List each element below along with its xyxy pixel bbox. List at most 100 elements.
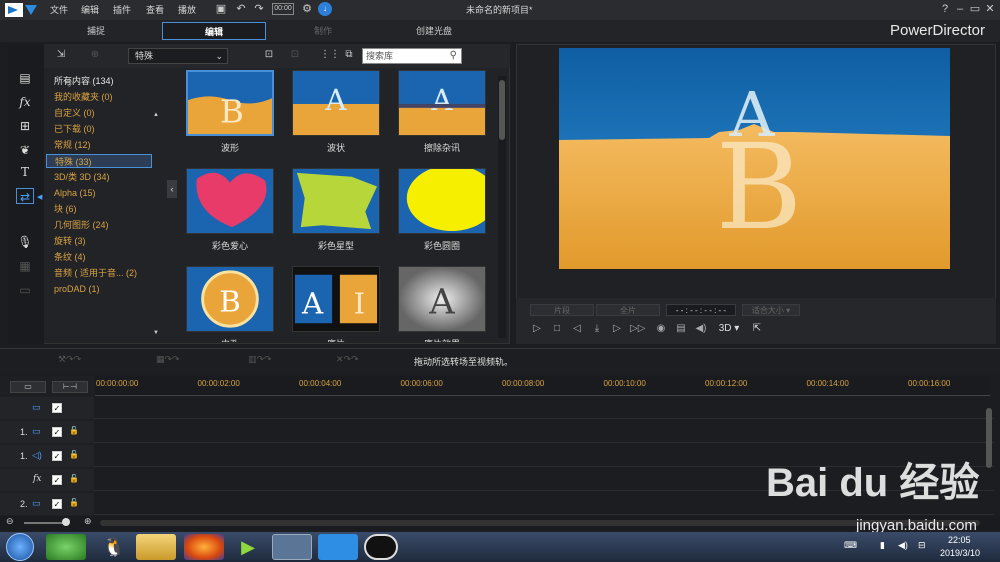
tray-usb-icon[interactable]: ▮ — [880, 540, 885, 551]
timeline-view-icon[interactable]: ▭ — [10, 381, 46, 393]
category-item[interactable]: 所有内容 (134) — [46, 74, 152, 88]
camera-icon[interactable]: ◉ — [654, 322, 668, 336]
taskbar-powerdirector-icon[interactable] — [272, 534, 312, 560]
fx-room-icon[interactable]: fx — [16, 94, 34, 110]
zoom-slider-handle[interactable] — [62, 518, 70, 526]
tray-network-icon[interactable]: ⊟ — [918, 540, 926, 551]
scroll-down-icon[interactable]: ▼ — [153, 330, 159, 336]
transition-thumbnail[interactable]: A — [398, 70, 486, 136]
fix-enhance-icon[interactable]: ▦↷↷ — [156, 354, 180, 366]
subtitle-icon[interactable]: ▤ — [674, 322, 688, 336]
category-item[interactable]: 条纹 (4) — [46, 250, 152, 264]
search-input[interactable]: 搜索库 ⚲ — [362, 48, 462, 64]
timeline-track[interactable] — [0, 397, 994, 419]
collapse-panel-icon[interactable]: ‹ — [167, 180, 177, 198]
grid-view-icon[interactable]: ⋮⋮ — [320, 48, 340, 62]
next-frame-icon[interactable]: ▷ — [610, 322, 624, 336]
transition-thumbnail[interactable] — [398, 165, 496, 234]
category-item[interactable]: 常规 (12) — [46, 138, 152, 152]
transition-thumbnail[interactable]: B — [186, 70, 274, 136]
track-enable-checkbox[interactable]: ✓ — [52, 451, 62, 461]
close-button[interactable]: ✕ — [983, 2, 997, 16]
particle-room-icon[interactable]: ❦ — [16, 142, 34, 158]
import-icon[interactable]: ⇲ — [54, 48, 68, 62]
update-icon[interactable]: ↓ — [318, 2, 332, 16]
track-enable-checkbox[interactable]: ✓ — [52, 427, 62, 437]
tab-produce[interactable]: 制作 — [290, 22, 356, 40]
menu-play[interactable]: 播放 — [178, 3, 196, 16]
timecode-icon[interactable]: 00:00 — [272, 3, 294, 15]
movie-mode-button[interactable]: 全片 — [596, 304, 660, 316]
category-item[interactable]: proDAD (1) — [46, 282, 152, 296]
redo-icon[interactable]: ↷ — [252, 2, 266, 16]
fast-forward-icon[interactable]: ▷▷ — [630, 322, 645, 336]
category-item[interactable]: Alpha (15) — [46, 186, 152, 200]
timeline-track[interactable] — [0, 421, 994, 443]
taskbar-qq-icon[interactable]: 🐧 — [94, 534, 134, 560]
search-icon[interactable]: ⚲ — [450, 49, 457, 63]
transition-thumbnail[interactable]: A — [398, 266, 486, 332]
start-button[interactable] — [6, 533, 34, 561]
volume-icon[interactable]: ◀) — [694, 322, 708, 336]
help-button[interactable]: ? — [938, 2, 952, 16]
add-to-timeline-icon[interactable]: ⊡ — [262, 48, 276, 62]
taskbar-video-icon[interactable]: ▶ — [228, 534, 268, 560]
tab-create-disc[interactable]: 创建光盘 — [396, 22, 472, 40]
keyboard-icon[interactable]: ⌨ — [844, 540, 857, 551]
track-enable-checkbox[interactable]: ✓ — [52, 475, 62, 485]
menu-edit[interactable]: 编辑 — [81, 3, 99, 16]
transition-thumbnail[interactable] — [186, 168, 274, 234]
transition-room-icon[interactable]: ⇄ — [16, 188, 34, 204]
clock-date[interactable]: 2019/3/10 — [940, 548, 980, 558]
media-room-icon[interactable]: ▤ — [16, 70, 34, 86]
zoom-in-icon[interactable]: ⊕ — [84, 516, 92, 527]
settings-icon[interactable]: ⚙ — [300, 2, 314, 16]
transition-thumbnail[interactable]: B — [186, 266, 274, 332]
taskbar-recorder-icon[interactable] — [364, 534, 398, 560]
undo-icon[interactable]: ↶ — [234, 2, 248, 16]
taskbar-player-icon[interactable] — [318, 534, 358, 560]
tools-icon[interactable]: ⚒↷↷ — [58, 354, 81, 366]
lock-icon[interactable]: 🔓 — [69, 474, 79, 483]
taskbar-explorer-icon[interactable] — [136, 534, 176, 560]
minimize-button[interactable]: – — [953, 2, 967, 16]
keyframe-icon[interactable]: ▥↷↷ — [248, 354, 272, 366]
category-item[interactable]: 3D/类 3D (34) — [46, 170, 152, 184]
taskbar-firefox-icon[interactable] — [184, 534, 224, 560]
lock-icon[interactable]: 🔓 — [69, 450, 79, 459]
timecode-field[interactable]: - - : - - : - - : - - — [666, 304, 736, 316]
save-icon[interactable]: ▣ — [214, 2, 228, 16]
lock-icon[interactable]: 🔓 — [69, 426, 79, 435]
stop-icon[interactable]: □ — [550, 322, 564, 336]
menu-file[interactable]: 文件 — [50, 3, 68, 16]
snapshot-mark-icon[interactable]: ⤓ — [590, 322, 604, 336]
menu-view[interactable]: 查看 — [146, 3, 164, 16]
storyboard-view-icon[interactable]: ⊢⊣ — [52, 381, 88, 393]
modify-icon[interactable]: ✕↷↷ — [336, 354, 359, 366]
thumbnail-size-icon[interactable]: ⧉ — [342, 48, 356, 62]
category-item[interactable]: 已下载 (0) — [46, 122, 152, 136]
detach-preview-icon[interactable]: ⇱ — [750, 322, 764, 336]
category-item[interactable]: 旋转 (3) — [46, 234, 152, 248]
title-room-icon[interactable]: T — [16, 164, 34, 180]
taskbar-360-icon[interactable] — [46, 534, 86, 560]
category-item[interactable]: 特殊 (33) — [46, 154, 152, 168]
scroll-up-icon[interactable]: ▲ — [153, 112, 159, 118]
category-scrollbar[interactable]: ▲ ▼ — [153, 112, 159, 338]
category-item[interactable]: 块 (6) — [46, 202, 152, 216]
clock-time[interactable]: 22:05 — [948, 535, 971, 545]
play-icon[interactable]: ▷ — [530, 322, 544, 336]
clip-mode-button[interactable]: 片段 — [530, 304, 594, 316]
apply-to-all-icon[interactable]: ⊡ — [288, 48, 302, 62]
category-item[interactable]: 音频 ( 适用于音... (2) — [46, 266, 152, 280]
tray-volume-icon[interactable]: ◀) — [898, 540, 908, 551]
previous-frame-icon[interactable]: ◁ — [570, 322, 584, 336]
zoom-out-icon[interactable]: ⊖ — [6, 516, 14, 527]
subtitle-room-icon[interactable]: ▭ — [16, 282, 34, 298]
transition-thumbnail[interactable]: A — [292, 70, 380, 136]
tab-capture[interactable]: 捕捉 — [60, 22, 132, 40]
maximize-button[interactable]: ▭ — [968, 2, 982, 16]
category-item[interactable]: 自定义 (0) — [46, 106, 152, 120]
pip-room-icon[interactable]: ⊞ — [16, 118, 34, 134]
transition-thumbnail[interactable]: AI — [292, 266, 380, 332]
